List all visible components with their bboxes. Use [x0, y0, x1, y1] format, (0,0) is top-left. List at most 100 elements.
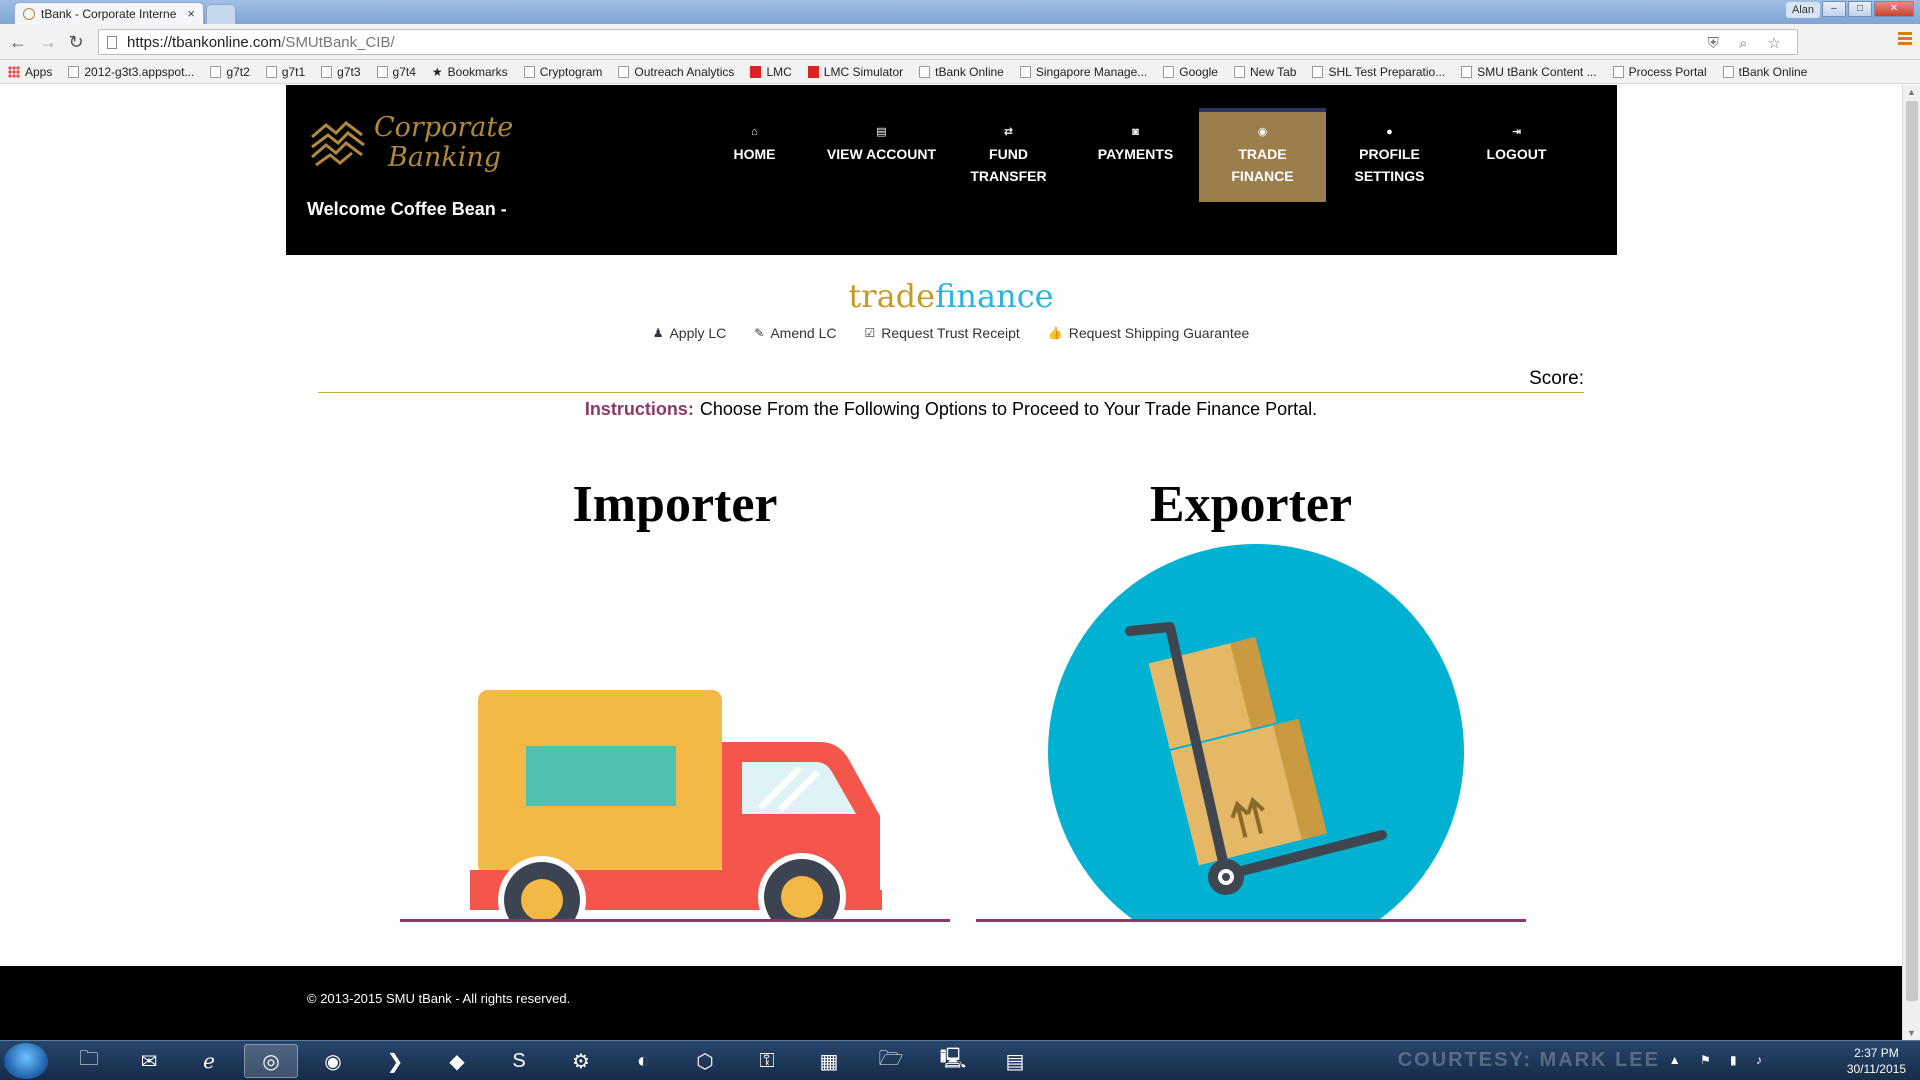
bookmark-page-icon [1612, 65, 1624, 78]
file-explorer-icon[interactable]: 🗀 [62, 1044, 116, 1078]
bookmark-item[interactable]: LMC [750, 65, 792, 79]
taskbar-clock[interactable]: 2:37 PM 30/11/2015 [1847, 1045, 1906, 1077]
nav-item-view-account[interactable]: ▤ VIEW ACCOUNT [818, 108, 945, 202]
nav-item-trade-finance[interactable]: ◉ TRADE FINANCE [1199, 108, 1326, 202]
nav-item-fund-transfer[interactable]: ⇄ FUND TRANSFER [945, 108, 1072, 202]
nav-icon: ⇥ [1511, 126, 1522, 138]
back-arrow-icon[interactable]: ← [6, 30, 30, 54]
subnav-apply-lc[interactable]: ♟ Apply LC [653, 325, 727, 341]
nav-label: FUND TRANSFER [970, 146, 1047, 184]
skype-icon[interactable]: S [492, 1044, 546, 1078]
clock-time: 2:37 PM [1854, 1046, 1899, 1060]
browser-tab-new[interactable] [206, 4, 236, 24]
bookmark-item[interactable]: LMC Simulator [807, 65, 903, 79]
page-viewport: Corporate Banking Welcome Coffee Bean - … [0, 85, 1902, 1040]
nav-icon: ⌂ [751, 126, 758, 138]
bookmark-item[interactable]: Process Portal [1612, 65, 1707, 79]
url-host: https://tbankonline.com [127, 33, 282, 51]
netbeans-icon[interactable]: ❯ [368, 1044, 422, 1078]
bookmark-label: g7t3 [337, 64, 361, 79]
nav-item-profile-settings[interactable]: ● PROFILE SETTINGS [1326, 108, 1453, 202]
nav-item-payments[interactable]: ◙ PAYMENTS [1072, 108, 1199, 202]
folder-icon[interactable]: 🗁 [864, 1044, 918, 1078]
nav-label: VIEW ACCOUNT [826, 146, 937, 162]
virtualbox-cube-icon[interactable]: ⬡ [678, 1044, 732, 1078]
nav-item-logout[interactable]: ⇥ LOGOUT [1453, 108, 1580, 202]
page-icon [107, 35, 117, 49]
bookmark-page-icon [1722, 65, 1734, 78]
bookmark-label: g7t1 [281, 64, 306, 79]
bookmark-item[interactable]: Outreach Analytics [618, 65, 734, 79]
browser-tab-active[interactable]: tBank - Corporate Interne × [14, 2, 204, 24]
apps-grid-icon[interactable]: ▦ [802, 1044, 856, 1078]
start-button[interactable] [4, 1043, 48, 1079]
spreadsheet-icon[interactable]: ▤ [988, 1044, 1042, 1078]
clock-date: 30/11/2015 [1846, 1062, 1906, 1076]
firefox-icon[interactable]: ◉ [306, 1044, 360, 1078]
window-minimize-button[interactable]: – [1822, 1, 1846, 17]
nav-label: LOGOUT [1486, 146, 1547, 162]
bookmark-item[interactable]: tBank Online [919, 65, 1004, 79]
bookmark-label: Google [1179, 64, 1218, 79]
forward-arrow-icon[interactable]: → [36, 30, 60, 54]
url-path: /SMUtBank_CIB/ [281, 33, 395, 51]
bookmark-label: Bookmarks [447, 64, 508, 79]
bookmark-item[interactable]: Singapore Manage... [1019, 65, 1147, 79]
nav-item-home[interactable]: ⌂ HOME [691, 108, 818, 202]
subnav-label: Apply LC [669, 325, 727, 341]
instructions: Instructions: Choose From the Following O… [0, 399, 1902, 420]
window-maximize-button[interactable]: □ [1848, 1, 1872, 17]
bookmark-item[interactable]: SHL Test Preparatio... [1312, 65, 1445, 79]
exporter-underline [976, 919, 1526, 922]
internet-explorer-icon[interactable]: ℯ [182, 1044, 236, 1078]
nav-icon: ● [1386, 126, 1393, 138]
bookmark-item[interactable]: Apps [8, 65, 52, 79]
bookmark-page-icon [1163, 65, 1175, 78]
bookmark-page-icon [618, 65, 630, 78]
bookmark-item[interactable]: New Tab [1233, 65, 1296, 79]
bookmark-item[interactable]: g7t3 [321, 64, 361, 79]
page-scrollbar[interactable]: ▲ ▼ [1902, 85, 1920, 1040]
nav-label: HOME [733, 146, 776, 162]
subnav-request-trust-receipt[interactable]: ☑ Request Trust Receipt [864, 325, 1019, 341]
tab-close-icon[interactable]: × [187, 6, 195, 21]
browser-menu-icon[interactable] [1898, 32, 1912, 46]
onenote-icon[interactable]: ◆ [430, 1044, 484, 1078]
subnav-request-shipping-guarantee[interactable]: 👍 Request Shipping Guarantee [1048, 325, 1250, 341]
exporter-option[interactable]: Exporter [976, 475, 1526, 935]
lock-icon[interactable]: ⚿ [740, 1044, 794, 1078]
bookmark-item[interactable]: SMU tBank Content ... [1461, 64, 1597, 79]
subnav-amend-lc[interactable]: ✎ Amend LC [754, 325, 836, 341]
omnibox-action-icons[interactable]: ⛨ ⌕ ☆ [1708, 34, 1789, 52]
system-tray-icons[interactable]: ▲ ⚑ ▮ ♪ [1669, 1053, 1770, 1067]
corporate-banking-logo-icon [311, 121, 365, 167]
scrollbar-thumb[interactable] [1906, 101, 1918, 1001]
bookmark-label: SMU tBank Content ... [1477, 64, 1597, 79]
reload-icon[interactable]: ↻ [64, 30, 88, 54]
bookmark-item[interactable]: 2012-g3t3.appspot... [68, 65, 194, 79]
brand-logo-text[interactable]: Corporate Banking [374, 113, 513, 173]
browser-toolbar: ← → ↻ https://tbankonline.com/SMUtBank_C… [0, 24, 1920, 60]
bookmark-page-icon [210, 65, 222, 78]
settings-gear-icon[interactable]: ⚙ [554, 1044, 608, 1078]
bookmark-item[interactable]: tBank Online [1722, 65, 1807, 79]
remote-desktop-icon[interactable]: 🖳 [926, 1044, 980, 1078]
bookmark-item[interactable]: Google [1163, 65, 1218, 79]
bookmark-item[interactable]: g7t4 [376, 65, 416, 79]
site-footer: © 2013-2015 SMU tBank - All rights reser… [0, 966, 1902, 1040]
chrome-icon[interactable]: ◎ [244, 1044, 298, 1078]
bookmark-item[interactable]: g7t2 [210, 65, 250, 79]
bookmark-item[interactable]: Cryptogram [523, 65, 602, 79]
browser-tabstrip: tBank - Corporate Interne × Alan – □ ✕ [0, 0, 1920, 24]
outlook-icon[interactable]: ✉ [122, 1044, 176, 1078]
bookmark-item[interactable]: g7t1 [265, 64, 306, 79]
importer-option[interactable]: Importer [400, 475, 950, 935]
scroll-down-icon[interactable]: ▼ [1907, 1028, 1916, 1038]
title-part-trade: trade [848, 277, 936, 315]
bookmark-item[interactable]: ★ Bookmarks [432, 65, 508, 79]
eclipse-icon[interactable]: ◐ [616, 1044, 670, 1078]
window-close-button[interactable]: ✕ [1874, 1, 1914, 17]
scroll-up-icon[interactable]: ▲ [1907, 87, 1916, 97]
address-bar[interactable]: https://tbankonline.com/SMUtBank_CIB/ ⛨ … [98, 29, 1798, 55]
profile-user-badge[interactable]: Alan [1785, 2, 1820, 18]
